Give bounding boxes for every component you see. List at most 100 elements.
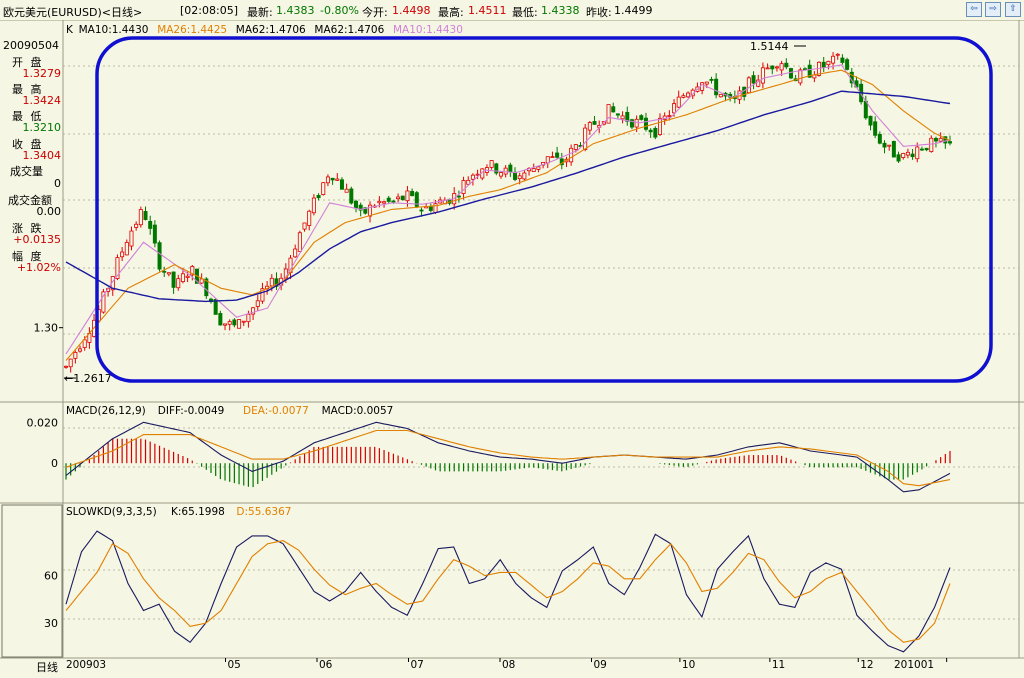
candle xyxy=(321,182,326,196)
candle xyxy=(157,242,162,270)
candle xyxy=(311,197,316,214)
candle xyxy=(120,251,125,258)
macd-legend-item: DIFF:-0.0049 xyxy=(158,405,225,417)
candle xyxy=(611,106,616,113)
candle xyxy=(667,115,672,117)
candle xyxy=(751,75,756,84)
ma-line-ma26 xyxy=(65,69,951,361)
kd-line-d xyxy=(65,540,951,643)
kline-legend-item: MA10:1.4430 xyxy=(79,24,149,36)
candle xyxy=(606,104,611,124)
date-label: 12 xyxy=(860,659,873,671)
candle xyxy=(522,172,527,180)
candle xyxy=(339,179,344,190)
macd-legend-item: DEA:-0.0077 xyxy=(243,405,309,417)
kline-legend-item: MA62:1.4706 xyxy=(236,24,306,36)
candle xyxy=(143,211,148,220)
candle xyxy=(573,144,578,150)
candle xyxy=(891,141,896,158)
candle xyxy=(456,195,461,198)
candle xyxy=(419,209,424,212)
candle xyxy=(171,271,176,288)
candle xyxy=(176,278,181,289)
date-label: 05 xyxy=(227,659,240,671)
candle xyxy=(237,319,242,329)
candle xyxy=(948,141,953,144)
candle xyxy=(517,175,522,180)
candle xyxy=(877,133,882,144)
candle xyxy=(639,115,644,120)
min-label: ←1.2617 xyxy=(64,372,112,385)
date-label: 09 xyxy=(594,659,607,671)
max-label: 1.5144 xyxy=(750,40,789,53)
candle xyxy=(658,117,663,135)
candle xyxy=(129,230,134,247)
candle xyxy=(246,313,251,323)
date-label: 08 xyxy=(502,659,515,671)
price-tick-label: 1.30 xyxy=(34,322,59,335)
candle xyxy=(162,270,167,273)
candle xyxy=(831,55,836,64)
candle xyxy=(138,209,143,226)
candle xyxy=(433,203,438,213)
candle xyxy=(396,196,401,200)
macd-tick-label: 0.020 xyxy=(27,416,59,429)
candle xyxy=(765,67,770,70)
highlight-annotation xyxy=(95,36,993,383)
candle xyxy=(316,195,321,199)
date-label: 10 xyxy=(682,659,695,671)
candle xyxy=(676,96,681,108)
candle xyxy=(223,323,228,326)
date-label: 07 xyxy=(410,659,423,671)
candle xyxy=(353,200,358,209)
candle xyxy=(933,138,938,142)
candle xyxy=(620,115,625,120)
candle xyxy=(788,68,793,79)
candle xyxy=(386,197,391,202)
candle xyxy=(901,153,906,158)
candle xyxy=(592,121,597,125)
ma-line-ma10 xyxy=(65,64,951,355)
kline-legend-item: MA26:1.4425 xyxy=(157,24,227,36)
candle xyxy=(232,319,237,326)
chart-canvas: 1.5144 ←1.2617 K MA10:1.4430 MA26:1.4425 MA6… xyxy=(0,20,1024,671)
candle xyxy=(489,160,494,168)
candle xyxy=(307,210,312,226)
candle xyxy=(910,153,915,158)
candle xyxy=(905,151,910,156)
date-label: 11 xyxy=(772,659,785,671)
candle xyxy=(180,273,185,283)
candle xyxy=(428,206,433,211)
candle xyxy=(845,59,850,70)
candle xyxy=(78,348,83,352)
candle xyxy=(148,220,153,229)
candle xyxy=(508,164,513,173)
candle xyxy=(185,275,190,278)
macd-diff-line xyxy=(65,421,951,493)
candle xyxy=(503,167,508,175)
candle xyxy=(760,67,765,84)
candle xyxy=(302,222,307,230)
candle xyxy=(73,352,78,359)
candle xyxy=(555,152,560,158)
candle xyxy=(929,137,934,152)
candle xyxy=(770,65,775,70)
candle xyxy=(124,242,129,256)
kd-legend-item: SLOWKD(9,3,3,5) xyxy=(66,506,157,518)
candle xyxy=(64,365,69,368)
slowkd-panel xyxy=(65,530,951,653)
candle xyxy=(218,313,223,326)
candle xyxy=(241,320,246,323)
macd-tick-label: 0 xyxy=(51,457,58,470)
candle xyxy=(587,122,592,131)
candle xyxy=(405,190,410,202)
candle xyxy=(293,248,298,258)
candle xyxy=(330,177,335,181)
macd-legend-item: MACD:0.0057 xyxy=(322,405,394,417)
candle xyxy=(746,77,751,94)
candle xyxy=(68,358,73,368)
candle xyxy=(583,127,588,150)
candle xyxy=(391,200,396,203)
candle xyxy=(255,300,260,307)
candle xyxy=(653,127,658,138)
